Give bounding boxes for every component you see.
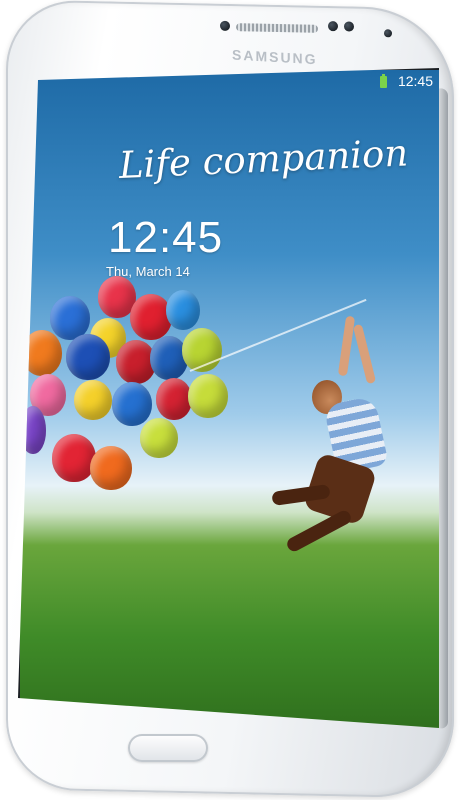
proximity-sensor-icon <box>220 20 230 31</box>
balloon <box>52 434 96 482</box>
front-camera-icon <box>328 21 338 32</box>
product-photo: SAMSUNG 12:45 Life companion 12:45 Thu, … <box>0 0 462 800</box>
child-arm <box>352 323 377 385</box>
home-button[interactable] <box>128 734 208 762</box>
brand-logo: SAMSUNG <box>232 46 318 68</box>
sensor-icon <box>344 21 354 32</box>
notification-led-icon <box>384 29 392 38</box>
balloon <box>140 418 178 458</box>
earpiece-speaker <box>236 23 318 33</box>
child-leg <box>284 508 354 554</box>
balloon <box>90 446 132 490</box>
balloon-bunch <box>20 270 280 510</box>
lock-screen-tagline: Life companion <box>118 131 409 187</box>
lock-screen-clock: 12:45 <box>108 213 224 262</box>
lock-screen[interactable]: 12:45 Life companion 12:45 Thu, March 14 <box>18 68 439 728</box>
balloon <box>66 334 110 380</box>
balloon <box>74 380 112 420</box>
status-bar-time: 12:45 <box>397 73 433 89</box>
balloon <box>112 382 152 426</box>
child-arm <box>337 315 356 377</box>
balloon <box>156 378 192 420</box>
battery-icon <box>380 74 387 88</box>
balloon <box>188 374 228 418</box>
balloon <box>130 294 172 340</box>
jumping-child <box>270 310 390 570</box>
balloon <box>166 290 200 330</box>
